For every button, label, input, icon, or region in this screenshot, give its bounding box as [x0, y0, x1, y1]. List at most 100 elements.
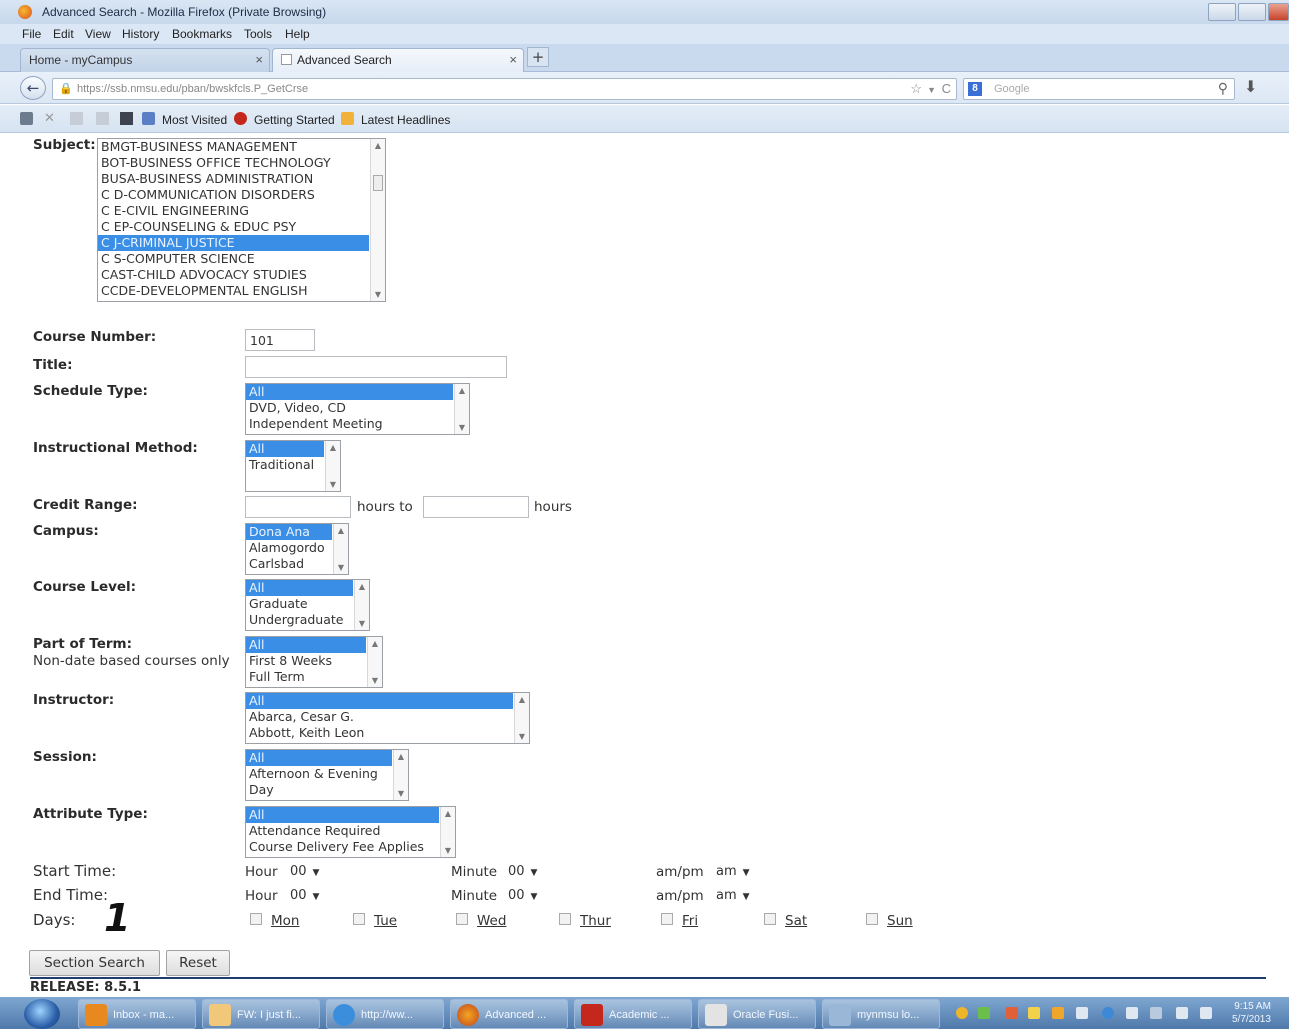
scroll-down-icon[interactable]: ▼ — [394, 789, 408, 798]
tray-icon[interactable] — [1028, 1007, 1040, 1019]
minimize-button[interactable] — [1208, 3, 1236, 21]
instructional-method-listbox[interactable]: All Traditional ▲ ▼ — [245, 440, 341, 492]
course-level-option[interactable]: Undergraduate — [246, 612, 369, 628]
subject-option[interactable]: C E-CIVIL ENGINEERING — [98, 203, 385, 219]
course-level-option-selected[interactable]: All — [246, 580, 353, 596]
scroll-up-icon[interactable]: ▲ — [394, 752, 408, 761]
subject-option[interactable]: BUSA-BUSINESS ADMINISTRATION — [98, 171, 385, 187]
bookmark-most-visited[interactable]: Most Visited — [162, 113, 227, 127]
instructor-listbox[interactable]: All Abarca, Cesar G. Abbott, Keith Leon … — [245, 692, 530, 744]
copy-icon[interactable] — [70, 112, 83, 125]
schedule-type-scrollbar[interactable]: ▲ ▼ — [454, 384, 469, 434]
day-label-thur[interactable]: Thur — [580, 913, 611, 929]
scroll-down-icon[interactable]: ▼ — [368, 676, 382, 685]
scroll-up-icon[interactable]: ▲ — [515, 695, 529, 704]
tab-close-icon[interactable]: × — [255, 52, 263, 67]
new-tab-button[interactable]: + — [527, 47, 549, 67]
maximize-button[interactable] — [1238, 3, 1266, 21]
instructor-option-selected[interactable]: All — [246, 693, 513, 709]
taskbar-item-email[interactable]: FW: I just fi... — [202, 999, 320, 1029]
menu-help[interactable]: Help — [285, 27, 310, 41]
session-listbox[interactable]: All Afternoon & Evening Day ▲ ▼ — [245, 749, 409, 801]
campus-scrollbar[interactable]: ▲ ▼ — [333, 524, 348, 574]
instructor-option[interactable]: Abbott, Keith Leon — [246, 725, 529, 741]
menu-file[interactable]: File — [22, 27, 41, 41]
tray-icon[interactable] — [1076, 1007, 1088, 1019]
instructional-method-option-selected[interactable]: All — [246, 441, 324, 457]
menu-view[interactable]: View — [85, 27, 111, 41]
course-level-option[interactable]: Graduate — [246, 596, 369, 612]
day-checkbox-sun[interactable] — [866, 913, 878, 925]
day-label-mon[interactable]: Mon — [271, 913, 299, 929]
close-window-button[interactable] — [1268, 3, 1289, 21]
course-level-listbox[interactable]: All Graduate Undergraduate ▲ ▼ — [245, 579, 370, 631]
scroll-up-icon[interactable]: ▲ — [371, 141, 385, 150]
menu-bookmarks[interactable]: Bookmarks — [172, 27, 232, 41]
menu-edit[interactable]: Edit — [53, 27, 74, 41]
flag-icon[interactable] — [1200, 1007, 1212, 1019]
tab-close-icon[interactable]: × — [509, 52, 517, 67]
scroll-down-icon[interactable]: ▼ — [334, 563, 348, 572]
url-dropdown-icon[interactable]: ▼ — [927, 85, 936, 95]
reload-icon[interactable]: C — [942, 81, 951, 96]
instructor-scrollbar[interactable]: ▲ ▼ — [514, 693, 529, 743]
day-label-sun[interactable]: Sun — [887, 913, 913, 929]
taskbar-item-ie[interactable]: http://ww... — [326, 999, 444, 1029]
attribute-type-listbox[interactable]: All Attendance Required Course Delivery … — [245, 806, 456, 858]
part-of-term-option[interactable]: First 8 Weeks — [246, 653, 382, 669]
course-number-input[interactable]: 101 — [245, 329, 315, 351]
bookmark-latest-headlines[interactable]: Latest Headlines — [361, 113, 450, 127]
day-checkbox-thur[interactable] — [559, 913, 571, 925]
attribute-type-option-selected[interactable]: All — [246, 807, 439, 823]
taskbar-item-acrobat[interactable]: Academic ... — [574, 999, 692, 1029]
start-hour-select[interactable]: 00 ▼ — [290, 864, 319, 879]
day-checkbox-sat[interactable] — [764, 913, 776, 925]
scroll-up-icon[interactable]: ▲ — [334, 526, 348, 535]
schedule-type-option[interactable]: DVD, Video, CD — [246, 400, 469, 416]
menu-history[interactable]: History — [122, 27, 159, 41]
credit-to-input[interactable] — [423, 496, 529, 518]
subject-option[interactable]: BOT-BUSINESS OFFICE TECHNOLOGY — [98, 155, 385, 171]
search-icon[interactable]: ⚲ — [1218, 80, 1228, 97]
schedule-type-option-selected[interactable]: All — [246, 384, 453, 400]
part-of-term-option-selected[interactable]: All — [246, 637, 366, 653]
course-level-scrollbar[interactable]: ▲ ▼ — [354, 580, 369, 630]
taskbar-item-firefox[interactable]: Advanced ... — [450, 999, 568, 1029]
part-of-term-option[interactable]: Full Term — [246, 669, 382, 685]
attribute-type-scrollbar[interactable]: ▲ ▼ — [440, 807, 455, 857]
search-bar[interactable]: 8 Google ⚲ — [963, 78, 1235, 100]
cut-icon[interactable]: ✕ — [44, 110, 57, 125]
section-search-button[interactable]: Section Search — [29, 950, 160, 976]
scroll-down-icon[interactable]: ▼ — [326, 480, 340, 489]
toolbar-page-icon[interactable] — [142, 112, 155, 125]
network-icon[interactable] — [1150, 1007, 1162, 1019]
scroll-up-icon[interactable]: ▲ — [455, 386, 469, 395]
tray-icon[interactable] — [1102, 1007, 1114, 1019]
tab-home-mycampus[interactable]: Home - myCampus × — [20, 48, 270, 72]
reset-button[interactable]: Reset — [166, 950, 230, 976]
day-checkbox-wed[interactable] — [456, 913, 468, 925]
part-of-term-listbox[interactable]: All First 8 Weeks Full Term ▲ ▼ — [245, 636, 383, 688]
day-checkbox-fri[interactable] — [661, 913, 673, 925]
end-ampm-select[interactable]: am ▼ — [716, 888, 750, 903]
tab-advanced-search[interactable]: Advanced Search × — [272, 48, 524, 72]
subject-option[interactable]: CAST-CHILD ADVOCACY STUDIES — [98, 267, 385, 283]
scroll-down-icon[interactable]: ▼ — [515, 732, 529, 741]
end-hour-select[interactable]: 00 ▼ — [290, 888, 319, 903]
day-label-wed[interactable]: Wed — [477, 913, 506, 929]
subject-listbox[interactable]: BMGT-BUSINESS MANAGEMENT BOT-BUSINESS OF… — [97, 138, 386, 302]
day-label-fri[interactable]: Fri — [682, 913, 698, 929]
scroll-down-icon[interactable]: ▼ — [355, 619, 369, 628]
subject-option-selected[interactable]: C J-CRIMINAL JUSTICE — [98, 235, 369, 251]
taskbar-item-oracle[interactable]: Oracle Fusi... — [698, 999, 816, 1029]
part-of-term-scrollbar[interactable]: ▲ ▼ — [367, 637, 382, 687]
campus-listbox[interactable]: Dona Ana Alamogordo Carlsbad ▲ ▼ — [245, 523, 349, 575]
subject-option[interactable]: BMGT-BUSINESS MANAGEMENT — [98, 139, 385, 155]
taskbar-item-outlook[interactable]: Inbox - ma... — [78, 999, 196, 1029]
subject-scrollbar[interactable]: ▲ ▼ — [370, 139, 385, 301]
subject-option[interactable]: C EP-COUNSELING & EDUC PSY — [98, 219, 385, 235]
toolbar-square-icon[interactable] — [120, 112, 133, 125]
scroll-up-icon[interactable]: ▲ — [368, 639, 382, 648]
start-ampm-select[interactable]: am ▼ — [716, 864, 750, 879]
paste-icon[interactable] — [96, 112, 109, 125]
